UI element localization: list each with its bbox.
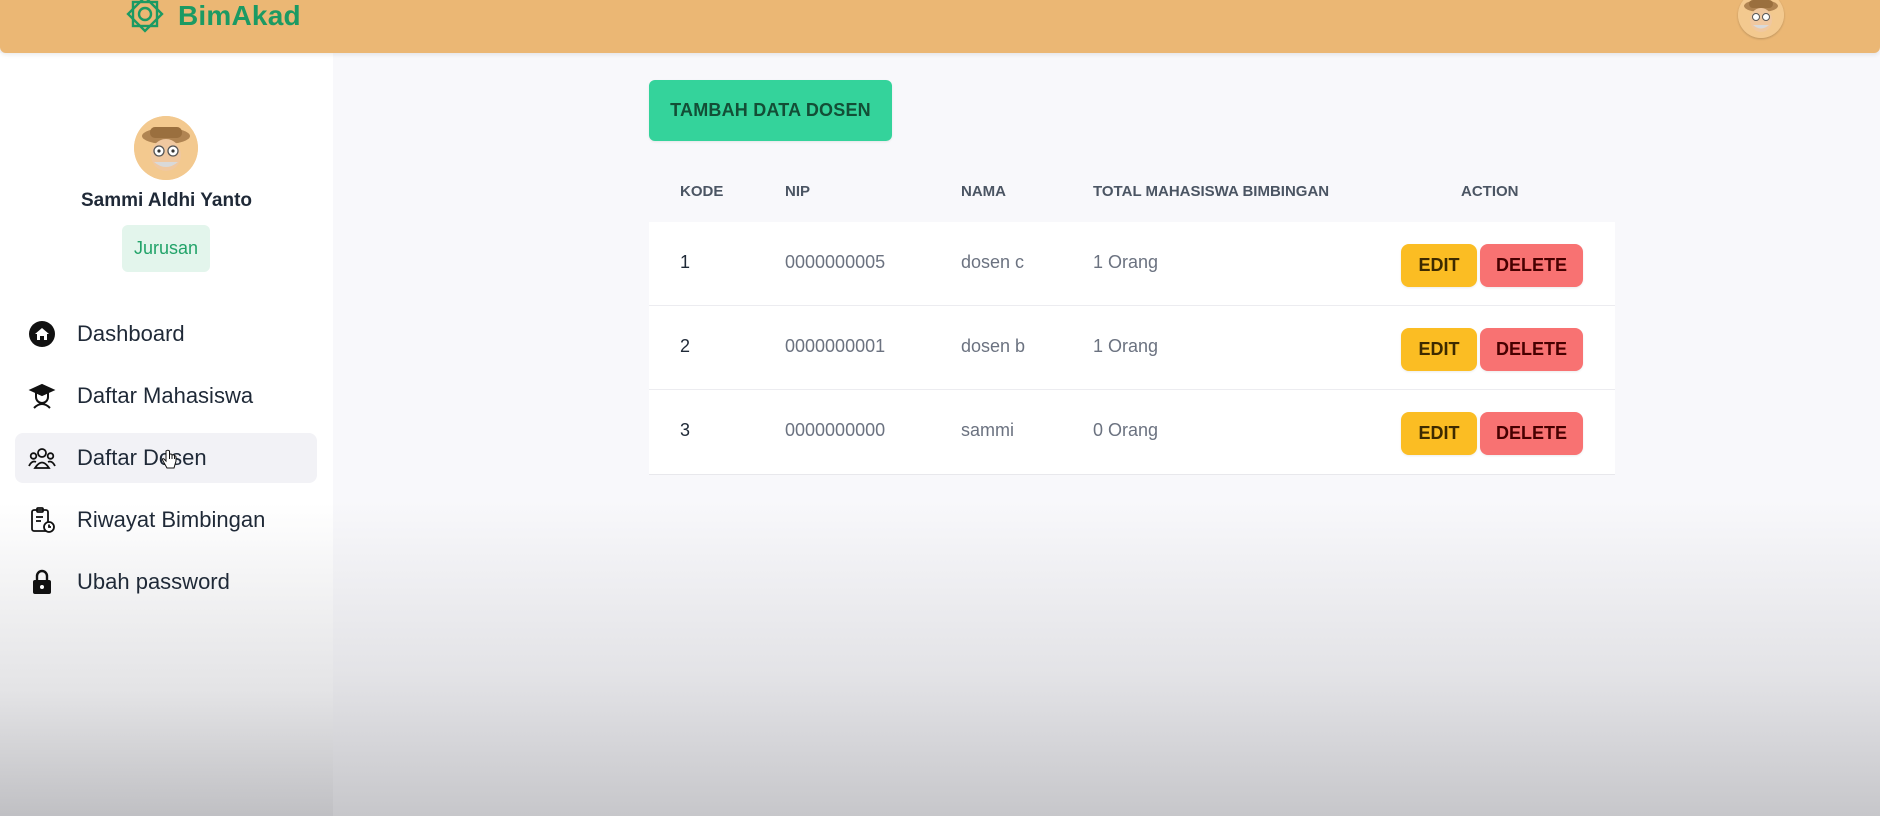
cell-total: 1 Orang <box>1093 336 1159 356</box>
sidebar-item-label: Ubah password <box>77 569 230 594</box>
sidebar-item-label: Riwayat Bimbingan <box>77 507 266 532</box>
sidebar-item-label: Daftar Dosen <box>77 445 207 470</box>
cell-nama: dosen c <box>961 252 1025 272</box>
cell-nama: dosen b <box>961 336 1026 356</box>
table-row: 3 0000000000 sammi 0 Orang EDIT DELETE <box>649 390 1615 475</box>
cell-nip: 0000000005 <box>785 252 886 272</box>
cell-total: 1 Orang <box>1093 252 1159 272</box>
mouse-cursor-icon <box>161 449 179 475</box>
cell-total: 0 Orang <box>1093 420 1159 440</box>
table-row: 1 0000000005 dosen c 1 Orang EDIT DELETE <box>649 222 1615 306</box>
add-dosen-button[interactable]: TAMBAH DATA DOSEN <box>649 80 892 141</box>
sidebar-item-dashboard[interactable]: Dashboard <box>15 309 317 359</box>
sidebar-item-label: Daftar Mahasiswa <box>77 383 254 408</box>
user-avatar[interactable] <box>1738 0 1784 38</box>
logo-icon <box>124 0 166 33</box>
table-header: KODE NIP NAMA TOTAL MAHASISWA BIMBINGAN … <box>649 169 1615 222</box>
column-header-nip: NIP <box>785 183 811 200</box>
sidebar-item-label: Dashboard <box>77 321 185 346</box>
cell-nip: 0000000000 <box>785 420 886 440</box>
edit-button[interactable]: EDIT <box>1401 328 1477 371</box>
cell-nip: 0000000001 <box>785 336 886 356</box>
edit-button[interactable]: EDIT <box>1401 244 1477 287</box>
edit-button[interactable]: EDIT <box>1401 412 1477 455</box>
table-body: 1 0000000005 dosen c 1 Orang EDIT DELETE… <box>649 222 1615 475</box>
sidebar-item-riwayat-bimbingan[interactable]: Riwayat Bimbingan <box>15 495 317 545</box>
cell-kode: 3 <box>680 420 691 440</box>
home-icon <box>27 319 57 349</box>
student-icon <box>27 381 57 411</box>
delete-button[interactable]: DELETE <box>1480 244 1583 287</box>
sidebar-item-daftar-mahasiswa[interactable]: Daftar Mahasiswa <box>15 371 317 421</box>
brand-name: BimAkad <box>178 0 301 31</box>
delete-button[interactable]: DELETE <box>1480 328 1583 371</box>
column-header-kode: KODE <box>680 183 724 200</box>
column-header-total: TOTAL MAHASISWA BIMBINGAN <box>1093 183 1330 200</box>
profile-name: Sammi Aldhi Yanto <box>80 190 253 211</box>
top-navbar: BimAkad <box>0 0 1880 53</box>
lock-icon <box>27 567 57 597</box>
profile-avatar <box>134 116 198 180</box>
cell-kode: 2 <box>680 336 691 356</box>
cell-nama: sammi <box>961 420 1014 440</box>
users-icon <box>27 443 57 473</box>
column-header-nama: NAMA <box>961 183 1006 200</box>
delete-button[interactable]: DELETE <box>1480 412 1583 455</box>
role-badge: Jurusan <box>122 225 210 272</box>
sidebar-item-ubah-password[interactable]: Ubah password <box>15 557 317 607</box>
clipboard-clock-icon <box>27 505 57 535</box>
column-header-action: ACTION <box>1461 183 1519 200</box>
sidebar: Sammi Aldhi Yanto Jurusan Dashboard Daft… <box>0 53 333 816</box>
brand[interactable]: BimAkad <box>124 0 301 33</box>
dosen-table: KODE NIP NAMA TOTAL MAHASISWA BIMBINGAN … <box>649 169 1615 475</box>
table-row: 2 0000000001 dosen b 1 Orang EDIT DELETE <box>649 306 1615 390</box>
cell-kode: 1 <box>680 252 691 272</box>
